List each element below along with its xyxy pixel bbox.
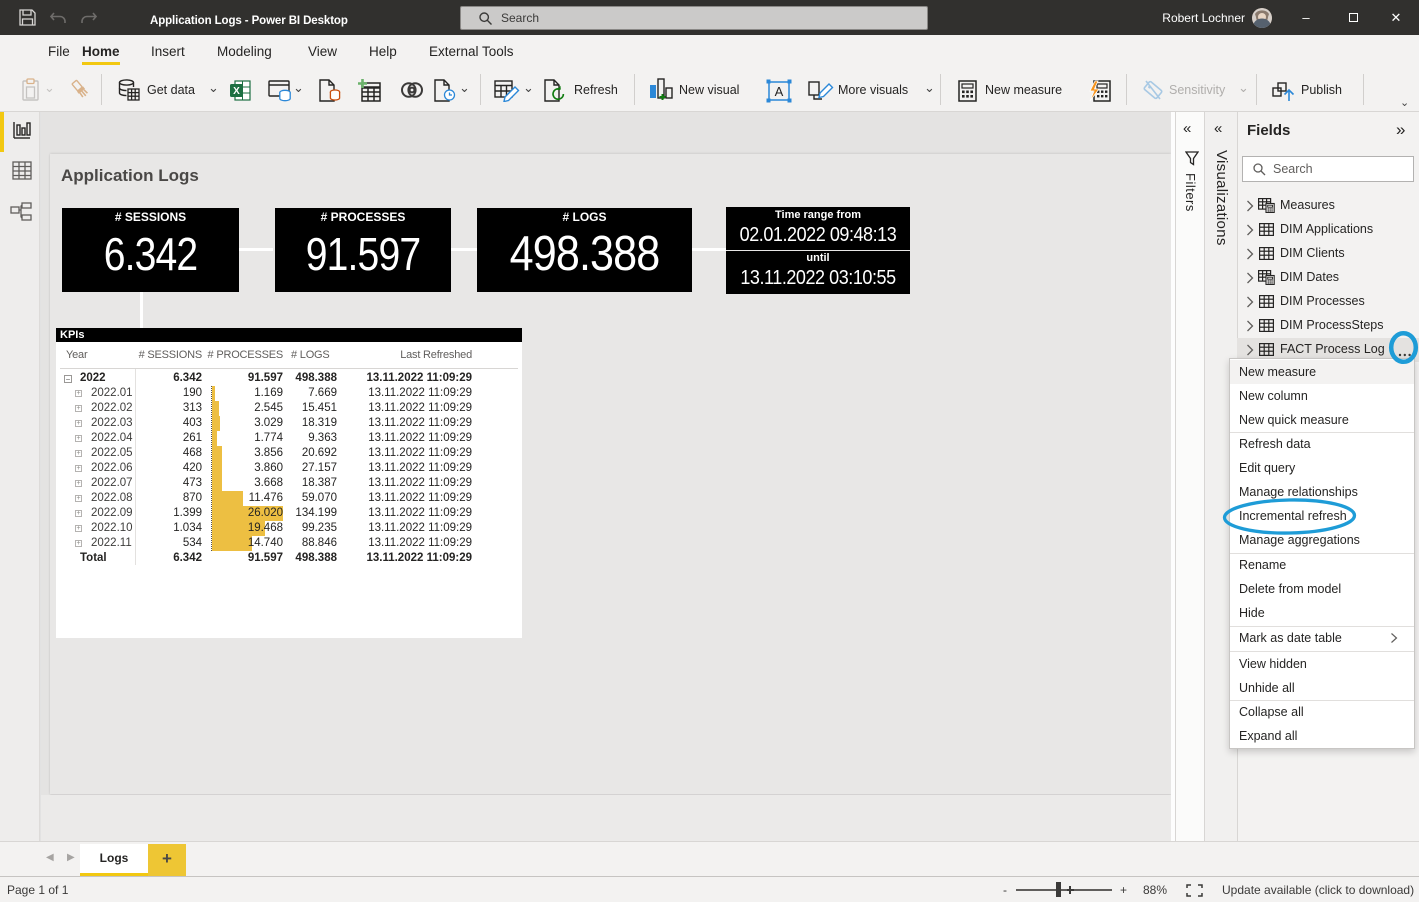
svg-text:X: X xyxy=(233,86,240,97)
svg-text:A: A xyxy=(775,84,784,99)
